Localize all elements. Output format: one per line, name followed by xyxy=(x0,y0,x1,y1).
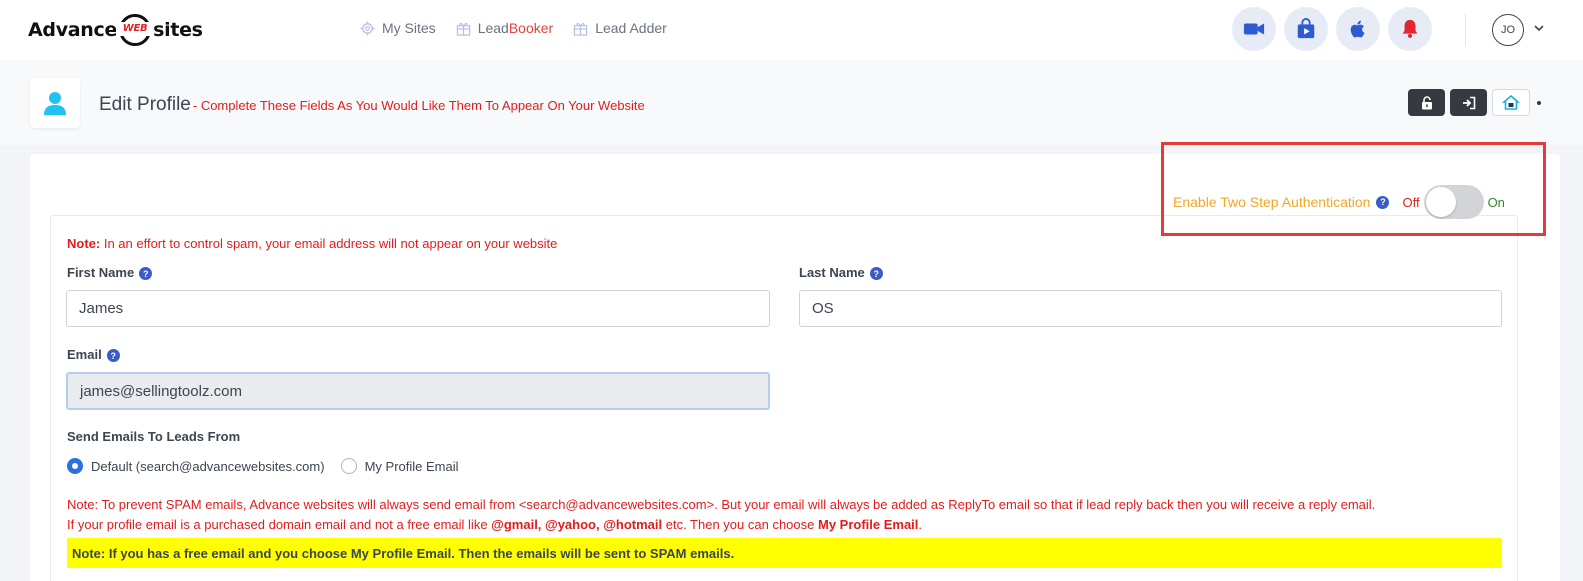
two-step-auth-row: Enable Two Step Authentication ? Off On xyxy=(1173,185,1505,219)
spam-note: Note: In an effort to control spam, your… xyxy=(67,236,557,251)
toggle-knob xyxy=(1425,187,1456,217)
nav-lead-adder-label: Lead Adder xyxy=(595,20,667,36)
send-from-options: Default (search@advancewebsites.com) My … xyxy=(67,458,459,474)
last-name-input[interactable]: OS xyxy=(799,290,1502,327)
login-button[interactable] xyxy=(1450,89,1487,116)
radio-default-label[interactable]: Default (search@advancewebsites.com) xyxy=(91,459,325,474)
email-label: Email? xyxy=(67,347,120,363)
profile-tile xyxy=(30,78,80,128)
first-name-input[interactable]: James xyxy=(66,290,770,327)
main-nav: My Sites LeadBooker Lead Adder xyxy=(360,20,667,36)
toggle-on-label: On xyxy=(1487,194,1505,210)
user-icon xyxy=(44,92,66,115)
toggle-off-label: Off xyxy=(1402,194,1420,210)
email-policy-line1: Note: To prevent SPAM emails, Advance we… xyxy=(67,497,1376,512)
unlock-button[interactable] xyxy=(1408,89,1445,116)
top-actions xyxy=(1232,7,1432,51)
user-avatar[interactable]: JO xyxy=(1492,14,1524,46)
radio-profile-email-label[interactable]: My Profile Email xyxy=(365,459,459,474)
video-camera-icon xyxy=(1243,23,1265,35)
more-dot-icon[interactable] xyxy=(1537,100,1541,105)
gift-icon xyxy=(456,22,470,36)
two-step-toggle[interactable] xyxy=(1423,185,1484,219)
site-preview-button[interactable] xyxy=(1492,89,1530,116)
nav-my-sites[interactable]: My Sites xyxy=(360,20,436,36)
nav-divider xyxy=(1465,14,1466,46)
last-name-label: Last Name? xyxy=(799,265,883,281)
unlock-icon xyxy=(1421,95,1432,109)
first-name-label: First Name? xyxy=(67,265,153,281)
home-screen-icon xyxy=(1502,94,1520,110)
two-step-label: Enable Two Step Authentication xyxy=(1173,194,1371,210)
spam-warning-banner: Note: If you has a free email and you ch… xyxy=(67,538,1502,568)
logo-text-mid: WEB xyxy=(116,22,155,36)
help-icon[interactable]: ? xyxy=(869,267,883,281)
spam-note-prefix: Note: xyxy=(67,236,101,251)
nav-lead-booker[interactable]: LeadBooker xyxy=(456,20,554,36)
email-policy-line2: If your profile email is a purchased dom… xyxy=(67,517,923,532)
apple-button[interactable] xyxy=(1336,7,1380,51)
bell-icon xyxy=(1402,19,1418,38)
send-from-label: Send Emails To Leads From xyxy=(67,429,241,444)
gear-icon xyxy=(360,20,375,36)
brand-logo[interactable]: Advance WEB sites xyxy=(28,13,203,47)
spam-note-text: In an effort to control spam, your email… xyxy=(100,236,558,251)
header-actions xyxy=(1408,89,1541,116)
store-button[interactable] xyxy=(1284,7,1328,51)
logo-text-right: sites xyxy=(153,19,203,41)
email-policy-note: Note: To prevent SPAM emails, Advance we… xyxy=(67,495,1375,535)
help-icon[interactable]: ? xyxy=(106,349,120,363)
page-title: Edit Profile - Complete These Fields As Y… xyxy=(99,94,645,116)
nav-my-sites-label: My Sites xyxy=(382,20,436,36)
chevron-down-icon[interactable] xyxy=(1533,22,1545,34)
notifications-button[interactable] xyxy=(1388,7,1432,51)
logo-text-left: Advance xyxy=(28,19,118,41)
help-icon[interactable]: ? xyxy=(139,267,153,281)
gift-icon xyxy=(574,22,588,36)
top-navbar: Advance WEB sites My Sites LeadBooker Le… xyxy=(0,0,1583,60)
logo-badge: WEB xyxy=(116,13,155,47)
page-title-text: Edit Profile xyxy=(99,94,191,115)
radio-default[interactable] xyxy=(67,458,83,474)
apple-icon xyxy=(1350,20,1365,38)
radio-profile-email[interactable] xyxy=(340,458,357,474)
help-icon[interactable]: ? xyxy=(1376,195,1390,209)
video-button[interactable] xyxy=(1232,7,1276,51)
page-subtitle: - Complete These Fields As You Would Lik… xyxy=(192,98,645,113)
nav-lead-booker-label: LeadBooker xyxy=(477,20,554,36)
nav-lead-adder[interactable]: Lead Adder xyxy=(573,20,667,36)
shopping-bag-play-icon xyxy=(1297,18,1315,39)
email-input[interactable]: james@sellingtoolz.com xyxy=(66,372,770,410)
sign-in-icon xyxy=(1462,96,1475,109)
